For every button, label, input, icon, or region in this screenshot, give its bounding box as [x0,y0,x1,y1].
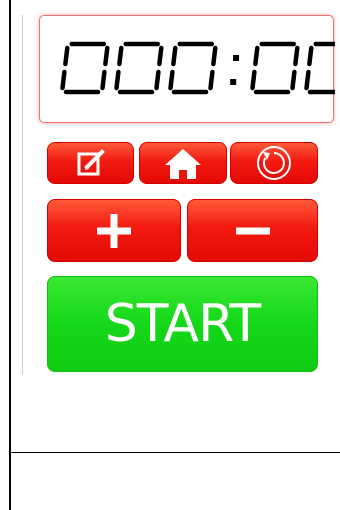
home-button[interactable] [139,142,227,184]
colon-dot-bottom [230,79,237,85]
reset-icon [257,146,291,180]
digit-seg-e [60,69,67,91]
digit-seg-e [168,69,175,91]
digit-seg-b [103,45,110,67]
reset-button[interactable] [230,142,318,184]
digit-seg-b [157,45,164,67]
digit-seg-c [290,69,297,91]
digit-seg-f [307,45,314,67]
digit-seg-f [117,45,124,67]
digit-seg-f [63,45,70,67]
digit-seg-c [154,69,161,91]
digit-seg-e [304,69,311,91]
timer-display [39,15,335,123]
digit-seg-f [171,45,178,67]
edit-button[interactable] [47,142,134,184]
minus-icon [235,227,270,234]
start-label: START [104,294,261,354]
edit-icon [77,149,105,176]
colon-dot-top [233,55,240,61]
digit-seg-e [250,69,257,91]
decrement-button[interactable] [187,199,318,262]
digit-seg-b [293,45,300,67]
digit-seg-e [114,69,121,91]
frame-inner-divider [22,15,23,375]
increment-button[interactable] [47,199,181,262]
plus-icon [97,213,131,248]
frame-row-divider [9,452,340,453]
digit-seg-c [208,69,215,91]
timer-digits [60,41,335,95]
frame-left-border [9,0,11,510]
digit-seg-c [100,69,107,91]
digit-seg-b [211,45,218,67]
home-icon [165,149,201,179]
start-button[interactable]: START [47,276,318,372]
digit-seg-f [253,45,260,67]
